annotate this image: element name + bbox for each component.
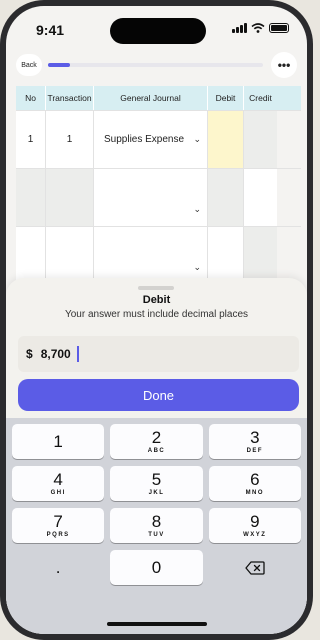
entry-sheet: Debit Your answer must include decimal p… [6, 278, 307, 634]
credit-cell[interactable] [244, 227, 277, 284]
key-digit: . [55, 558, 61, 577]
key-digit: 3 [250, 428, 260, 447]
header-transaction: Transaction [46, 86, 94, 110]
cell-no: 1 [16, 111, 46, 168]
debit-cell[interactable] [208, 227, 244, 284]
chevron-down-icon: ⌄ [193, 262, 201, 272]
table-row: ⌄ [16, 168, 301, 226]
sheet-instruction: Your answer must include decimal places [64, 309, 249, 320]
journal-table: No Transaction General Journal Debit Cre… [16, 86, 301, 284]
account-select[interactable]: Supplies Expense ⌄ [94, 111, 208, 168]
debit-cell[interactable] [208, 169, 244, 226]
key-3[interactable]: 3 DEF [208, 424, 301, 459]
delete-icon [245, 560, 265, 575]
key-letters: GHI [50, 490, 66, 496]
keypad-row: . 0 [12, 550, 301, 585]
wifi-icon [251, 23, 265, 33]
done-button[interactable]: Done [18, 379, 299, 411]
key-digit: 0 [151, 558, 162, 577]
key-digit: 1 [53, 432, 63, 451]
key-letters: JKL [148, 490, 165, 496]
key-letters: PQRS [46, 532, 70, 538]
keypad-row: 7 PQRS 8 TUV 9 WXYZ [12, 508, 301, 543]
key-letters: TUV [148, 532, 165, 538]
key-letters: ABC [147, 448, 166, 454]
back-button[interactable]: Back [16, 54, 42, 76]
debit-cell-active[interactable] [208, 111, 244, 168]
key-letters: WXYZ [243, 532, 267, 538]
cell-no [16, 169, 46, 226]
header-general-journal: General Journal [94, 86, 208, 110]
key-2[interactable]: 2 ABC [110, 424, 203, 459]
status-icons [232, 23, 289, 33]
header-no: No [16, 86, 46, 110]
credit-cell[interactable] [244, 111, 277, 168]
key-delete[interactable] [209, 550, 301, 585]
key-0[interactable]: 0 [110, 550, 203, 585]
status-time: 9:41 [36, 22, 65, 38]
key-digit: 9 [250, 512, 260, 531]
sheet-handle[interactable] [138, 286, 174, 290]
top-bar: Back ••• [16, 52, 297, 78]
credit-cell[interactable] [244, 169, 277, 226]
chevron-down-icon: ⌄ [193, 204, 201, 214]
cell-no [16, 227, 46, 284]
more-button[interactable]: ••• [271, 52, 297, 78]
progress-fill [48, 63, 70, 67]
key-digit: 6 [250, 470, 260, 489]
phone-frame: 9:41 Back ••• No Transaction General Jou… [0, 0, 313, 640]
account-select-value: Supplies Expense [104, 134, 185, 145]
key-1[interactable]: 1 [12, 424, 105, 459]
keypad-row: 1 2 ABC 3 DEF [12, 424, 301, 459]
header-debit: Debit [208, 86, 244, 110]
key-decimal[interactable]: . [12, 550, 104, 585]
cell-transaction [46, 227, 94, 284]
chevron-down-icon: ⌄ [193, 134, 201, 144]
keypad-row: 4 GHI 5 JKL 6 MNO [12, 466, 301, 501]
key-5[interactable]: 5 JKL [110, 466, 203, 501]
key-digit: 7 [53, 512, 63, 531]
battery-icon [269, 23, 289, 33]
text-caret [76, 346, 79, 362]
key-4[interactable]: 4 GHI [12, 466, 105, 501]
amount-input[interactable]: $ 8,700 [18, 336, 299, 372]
key-digit: 5 [151, 470, 162, 489]
account-select[interactable]: ⌄ [94, 169, 208, 226]
table-row: ⌄ [16, 226, 301, 284]
amount-value: 8,700 [40, 347, 71, 361]
key-letters: DEF [246, 448, 264, 454]
key-digit: 8 [151, 512, 162, 531]
key-9[interactable]: 9 WXYZ [208, 508, 301, 543]
signal-icon [232, 23, 247, 33]
status-bar: 9:41 [6, 6, 307, 50]
cell-transaction [46, 169, 94, 226]
header-credit: Credit [249, 93, 272, 103]
key-digit: 2 [151, 428, 162, 447]
currency-symbol: $ [26, 347, 33, 361]
table-row: 1 1 Supplies Expense ⌄ [16, 110, 301, 168]
key-6[interactable]: 6 MNO [208, 466, 301, 501]
table-header: No Transaction General Journal Debit Cre… [16, 86, 301, 110]
progress-bar [48, 63, 263, 67]
screen: 9:41 Back ••• No Transaction General Jou… [6, 6, 307, 634]
key-8[interactable]: 8 TUV [110, 508, 203, 543]
cell-transaction: 1 [46, 111, 94, 168]
dynamic-island [110, 18, 206, 44]
numeric-keypad: 1 2 ABC 3 DEF 4 GHI 5 JKL 6 MNO 7 PQRS 8 TUV 9W… [6, 418, 307, 634]
key-digit: 4 [53, 470, 63, 489]
key-7[interactable]: 7 PQRS [12, 508, 105, 543]
key-letters: MNO [245, 490, 265, 496]
account-select[interactable]: ⌄ [94, 227, 208, 284]
sheet-title: Debit [142, 294, 171, 306]
home-indicator [107, 622, 207, 626]
